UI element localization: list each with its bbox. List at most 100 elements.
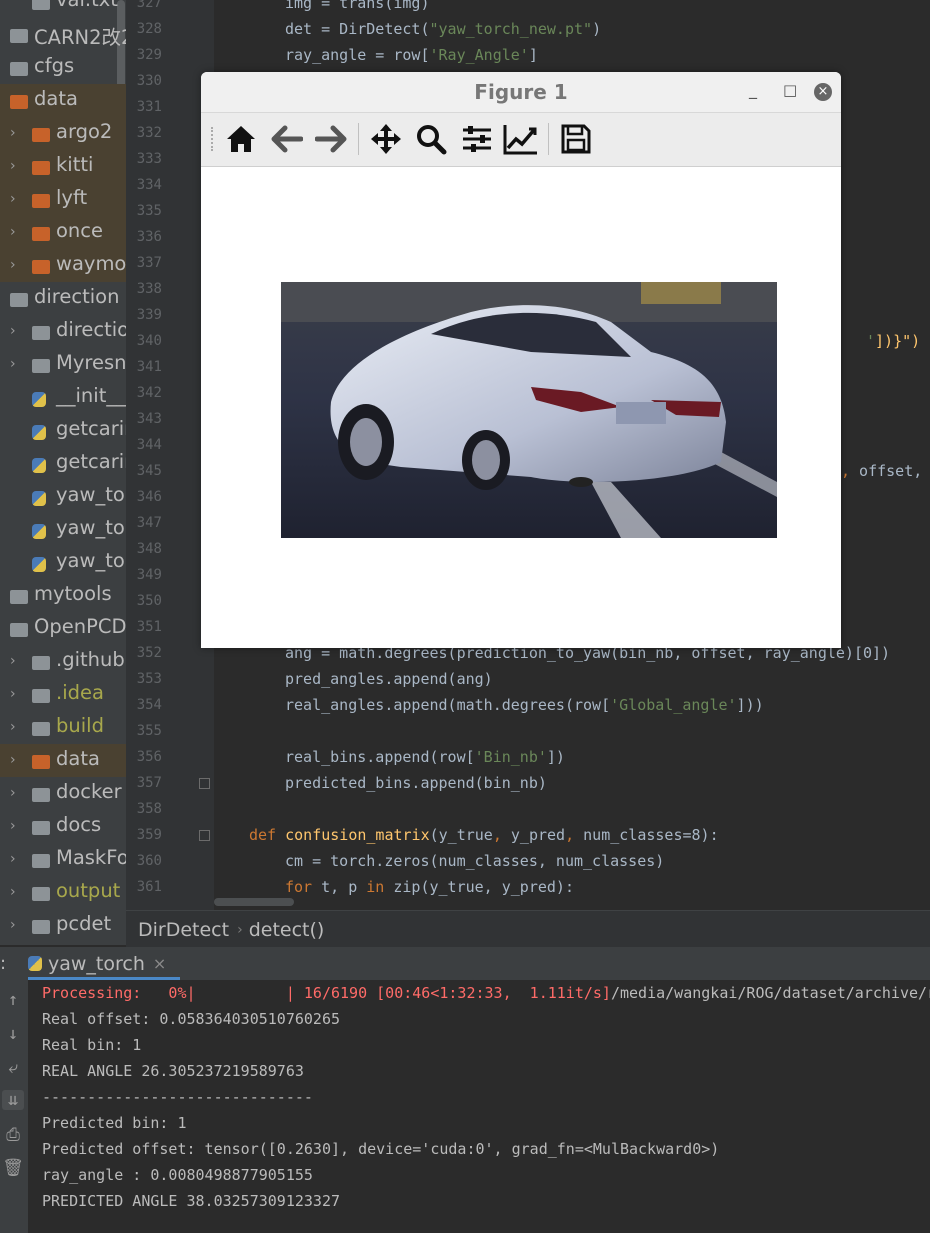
line-number: 347	[136, 515, 162, 531]
pan-icon[interactable]	[366, 119, 406, 159]
figure-canvas[interactable]	[201, 167, 841, 648]
chevron-right-icon[interactable]: ›	[10, 818, 16, 834]
folder-icon	[32, 788, 50, 802]
tree-item[interactable]: data	[0, 84, 126, 117]
chevron-right-icon[interactable]: ›	[10, 719, 16, 735]
tree-item[interactable]: yaw_torch	[0, 480, 126, 513]
zoom-icon[interactable]	[411, 119, 451, 159]
chevron-right-icon[interactable]: ›	[10, 917, 16, 933]
line-number: 359	[136, 827, 162, 843]
scroll-down-icon[interactable]: ↓	[2, 1024, 24, 1044]
save-icon[interactable]	[556, 119, 596, 159]
scroll-to-end-icon[interactable]: ⇊	[2, 1090, 24, 1110]
close-tab-icon[interactable]: ×	[153, 954, 166, 973]
tree-item[interactable]: direction	[0, 282, 126, 315]
folder-icon	[32, 854, 50, 868]
chevron-right-icon[interactable]: ›	[10, 752, 16, 768]
tree-item-label: yaw_torch	[56, 483, 126, 506]
chevron-right-icon[interactable]: ›	[10, 653, 16, 669]
minimize-button[interactable]: _	[749, 80, 757, 99]
folder-link-icon-orange	[32, 161, 50, 175]
tree-item[interactable]: › build	[0, 711, 126, 744]
tree-item[interactable]: › Myresnet	[0, 348, 126, 381]
edit-axis-icon[interactable]	[501, 119, 541, 159]
tree-item[interactable]: CARN2改2	[0, 18, 126, 51]
configure-subplots-icon[interactable]	[457, 119, 497, 159]
chevron-right-icon[interactable]: ›	[10, 686, 16, 702]
home-icon[interactable]	[221, 119, 261, 159]
close-button[interactable]: ×	[814, 83, 832, 101]
tree-item[interactable]: getcarimg	[0, 447, 126, 480]
code-line: real_bins.append(row['Bin_nb'])	[285, 748, 565, 766]
chevron-right-icon[interactable]: ›	[10, 125, 16, 141]
tree-item[interactable]: › docker	[0, 777, 126, 810]
project-tree[interactable]: val.txtCARN2改2cfgsdata›argo2›kitti›lyft›…	[0, 0, 126, 945]
chevron-right-icon[interactable]: ›	[10, 224, 16, 240]
line-number: 329	[136, 47, 162, 63]
python-file-icon	[32, 425, 46, 440]
code-line: , offset,	[841, 462, 923, 480]
folder-icon-orange	[10, 95, 28, 109]
tree-item[interactable]: › MaskFormer	[0, 843, 126, 876]
chevron-right-icon[interactable]: ›	[10, 785, 16, 801]
tree-item-label: yaw_torch	[56, 516, 126, 539]
tree-item[interactable]: › pcdet	[0, 909, 126, 942]
run-tab-yaw-torch[interactable]: yaw_torch ×	[28, 947, 180, 980]
chevron-right-icon[interactable]: ›	[10, 356, 16, 372]
tree-item[interactable]: cfgs	[0, 51, 126, 84]
maximize-button[interactable]: □	[783, 81, 797, 99]
tree-item[interactable]: › output	[0, 876, 126, 909]
chevron-right-icon[interactable]: ›	[10, 257, 16, 273]
tree-item[interactable]: › docs	[0, 810, 126, 843]
fold-marker-icon[interactable]	[199, 830, 210, 841]
toolbar-separator	[548, 123, 549, 155]
figure-titlebar[interactable]: Figure 1 _ □ ×	[201, 72, 841, 113]
breadcrumb-method[interactable]: detect()	[249, 919, 325, 941]
python-file-icon	[32, 392, 46, 407]
line-number: 330	[136, 73, 162, 89]
figure-window[interactable]: Figure 1 _ □ ×	[201, 72, 841, 648]
code-line: ray_angle = row['Ray_Angle']	[285, 46, 538, 64]
run-console[interactable]: ↑ ↓ ⤶ ⇊ ⎙ 🗑 Processing: 0%| | 16/6190 [0…	[0, 980, 930, 1233]
tree-item-label: waymo	[56, 252, 126, 275]
tree-item[interactable]: › argo2	[0, 117, 126, 150]
tree-item[interactable]: val.txt	[0, 0, 126, 18]
tree-item[interactable]: › kitti	[0, 150, 126, 183]
editor-hscrollbar[interactable]	[214, 898, 294, 906]
tree-item-label: build	[56, 714, 104, 737]
python-file-icon	[32, 491, 46, 506]
tree-item[interactable]: › once	[0, 216, 126, 249]
python-file-icon	[32, 524, 46, 539]
breadcrumb-class[interactable]: DirDetect	[138, 919, 229, 941]
chevron-right-icon[interactable]: ›	[10, 884, 16, 900]
tree-item[interactable]: mytools	[0, 579, 126, 612]
trash-icon[interactable]: 🗑	[2, 1158, 24, 1178]
chevron-right-icon[interactable]: ›	[10, 191, 16, 207]
package-icon	[32, 359, 50, 373]
tree-item[interactable]: __init__.py	[0, 381, 126, 414]
tree-item[interactable]: OpenPCDet	[0, 612, 126, 645]
print-icon[interactable]: ⎙	[2, 1125, 24, 1145]
back-arrow-icon[interactable]	[267, 119, 307, 159]
line-number: 361	[136, 879, 162, 895]
tree-item[interactable]: › waymo	[0, 249, 126, 282]
folder-icon	[10, 29, 28, 43]
soft-wrap-icon[interactable]: ⤶	[2, 1058, 24, 1078]
tree-item[interactable]: › .idea	[0, 678, 126, 711]
tree-item[interactable]: getcarimg	[0, 414, 126, 447]
forward-arrow-icon[interactable]	[311, 119, 351, 159]
scroll-up-icon[interactable]: ↑	[2, 990, 24, 1010]
chevron-right-icon[interactable]: ›	[10, 851, 16, 867]
console-line-progress: Processing: 0%| | 16/6190 [00:46<1:32:33…	[42, 984, 930, 1002]
tree-item[interactable]: yaw_torch	[0, 546, 126, 579]
tree-item[interactable]: › lyft	[0, 183, 126, 216]
console-line: Real offset: 0.058364030510760265	[42, 1010, 341, 1028]
tree-item[interactable]: › data	[0, 744, 126, 777]
fold-marker-icon[interactable]	[199, 778, 210, 789]
chevron-right-icon[interactable]: ›	[10, 323, 16, 339]
tree-item[interactable]: yaw_torch	[0, 513, 126, 546]
chevron-right-icon[interactable]: ›	[10, 158, 16, 174]
tree-item[interactable]: › direction	[0, 315, 126, 348]
code-line: for t, p in zip(y_true, y_pred):	[285, 878, 574, 896]
tree-item[interactable]: › .github	[0, 645, 126, 678]
